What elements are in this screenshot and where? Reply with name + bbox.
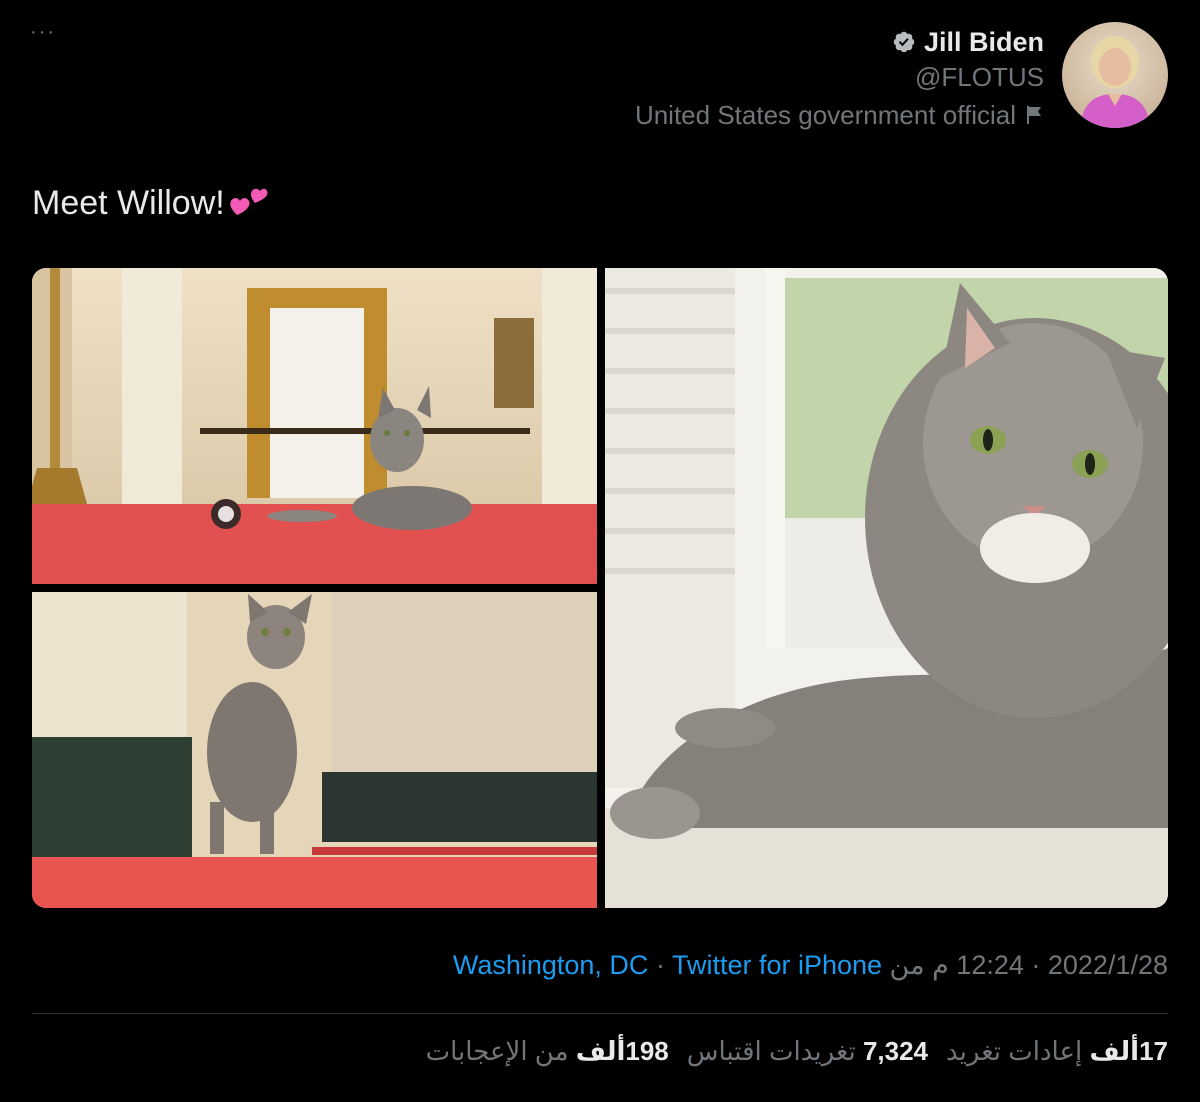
tweet-media-grid xyxy=(32,268,1168,908)
tweet-time[interactable]: 12:24 م xyxy=(932,950,1024,980)
author-avatar[interactable] xyxy=(1062,22,1168,128)
flag-icon xyxy=(1027,106,1041,124)
tweet-date[interactable]: 2022/1/28 xyxy=(1048,950,1168,980)
tweet-detail: ··· Jill Biden @FLOTUS United States gov… xyxy=(0,0,1200,1102)
meta-from: من xyxy=(882,950,933,980)
stats-divider xyxy=(32,1013,1168,1014)
verified-badge-icon xyxy=(893,31,915,53)
tweet-location-link[interactable]: Washington, DC xyxy=(453,950,649,980)
quote-tweets-count: 7,324 xyxy=(862,1036,929,1066)
author-info: Jill Biden @FLOTUS United States governm… xyxy=(635,22,1044,135)
retweets-stat[interactable]: 17ألف إعادات تغريد xyxy=(946,1036,1168,1067)
quote-tweets-label: تغريدات اقتباس xyxy=(686,1036,856,1066)
tweet-source-link[interactable]: Twitter for iPhone xyxy=(672,950,882,980)
government-label[interactable]: United States government official xyxy=(635,95,1044,135)
quote-tweets-stat[interactable]: 7,324 تغريدات اقتباس xyxy=(687,1036,928,1067)
likes-count: 198ألف xyxy=(575,1036,669,1066)
more-options-button[interactable]: ··· xyxy=(30,22,56,42)
retweets-count: 17ألف xyxy=(1089,1036,1168,1066)
photo-cat-hallway[interactable] xyxy=(32,592,597,908)
author-name-row[interactable]: Jill Biden xyxy=(635,25,1044,59)
avatar-image xyxy=(1080,36,1150,128)
meta-separator-2: · xyxy=(648,950,672,980)
likes-stat[interactable]: 198ألف من الإعجابات xyxy=(426,1036,669,1067)
tweet-author: Jill Biden @FLOTUS United States governm… xyxy=(635,22,1168,135)
author-name: Jill Biden xyxy=(923,27,1044,57)
retweets-label: إعادات تغريد xyxy=(946,1036,1083,1066)
tweet-metadata: 2022/1/28 · 12:24 م من Washington, DC · … xyxy=(453,950,1168,981)
tweet-stats: 17ألف إعادات تغريد 7,324 تغريدات اقتباس … xyxy=(426,1036,1168,1067)
two-hearts-emoji-icon xyxy=(229,188,268,215)
tweet-text: Meet Willow! xyxy=(32,180,269,226)
likes-label: من الإعجابات xyxy=(425,1036,569,1066)
government-label-text: United States government official xyxy=(634,100,1016,130)
author-handle[interactable]: @FLOTUS xyxy=(635,59,1044,95)
photo-cat-window[interactable] xyxy=(605,268,1168,908)
photo-cat-east-room[interactable] xyxy=(32,268,597,584)
meta-separator: · xyxy=(1023,950,1048,980)
tweet-text-content: Meet Willow! xyxy=(32,184,225,222)
